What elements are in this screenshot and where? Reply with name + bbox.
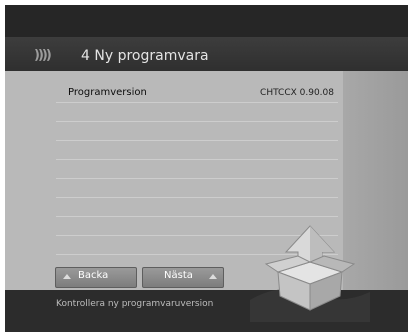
triangle-up-icon xyxy=(209,274,217,279)
list-item xyxy=(56,179,338,198)
list-item[interactable]: Programversion CHTCCX 0.90.08 xyxy=(56,84,338,103)
triangle-up-icon xyxy=(63,274,71,279)
list-item xyxy=(56,198,338,217)
list-item-value: CHTCCX 0.90.08 xyxy=(260,88,334,98)
next-button-label: Nästa xyxy=(164,270,193,281)
tv-screen: )))) 4 Ny programvara Programversion CHT… xyxy=(5,5,408,332)
page-title: 4 Ny programvara xyxy=(81,48,209,64)
list-item xyxy=(56,160,338,179)
update-box-arrow-icon xyxy=(250,225,370,322)
chevron-right-icon: )))) xyxy=(34,48,52,63)
back-button-label: Backa xyxy=(78,270,109,281)
status-message: Kontrollera ny programvaruversion xyxy=(56,299,214,309)
back-button[interactable]: Backa xyxy=(55,267,137,288)
list-item xyxy=(56,141,338,160)
list-item xyxy=(56,103,338,122)
next-button[interactable]: Nästa xyxy=(142,267,224,288)
list-item-label: Programversion xyxy=(68,87,147,98)
list-item xyxy=(56,122,338,141)
